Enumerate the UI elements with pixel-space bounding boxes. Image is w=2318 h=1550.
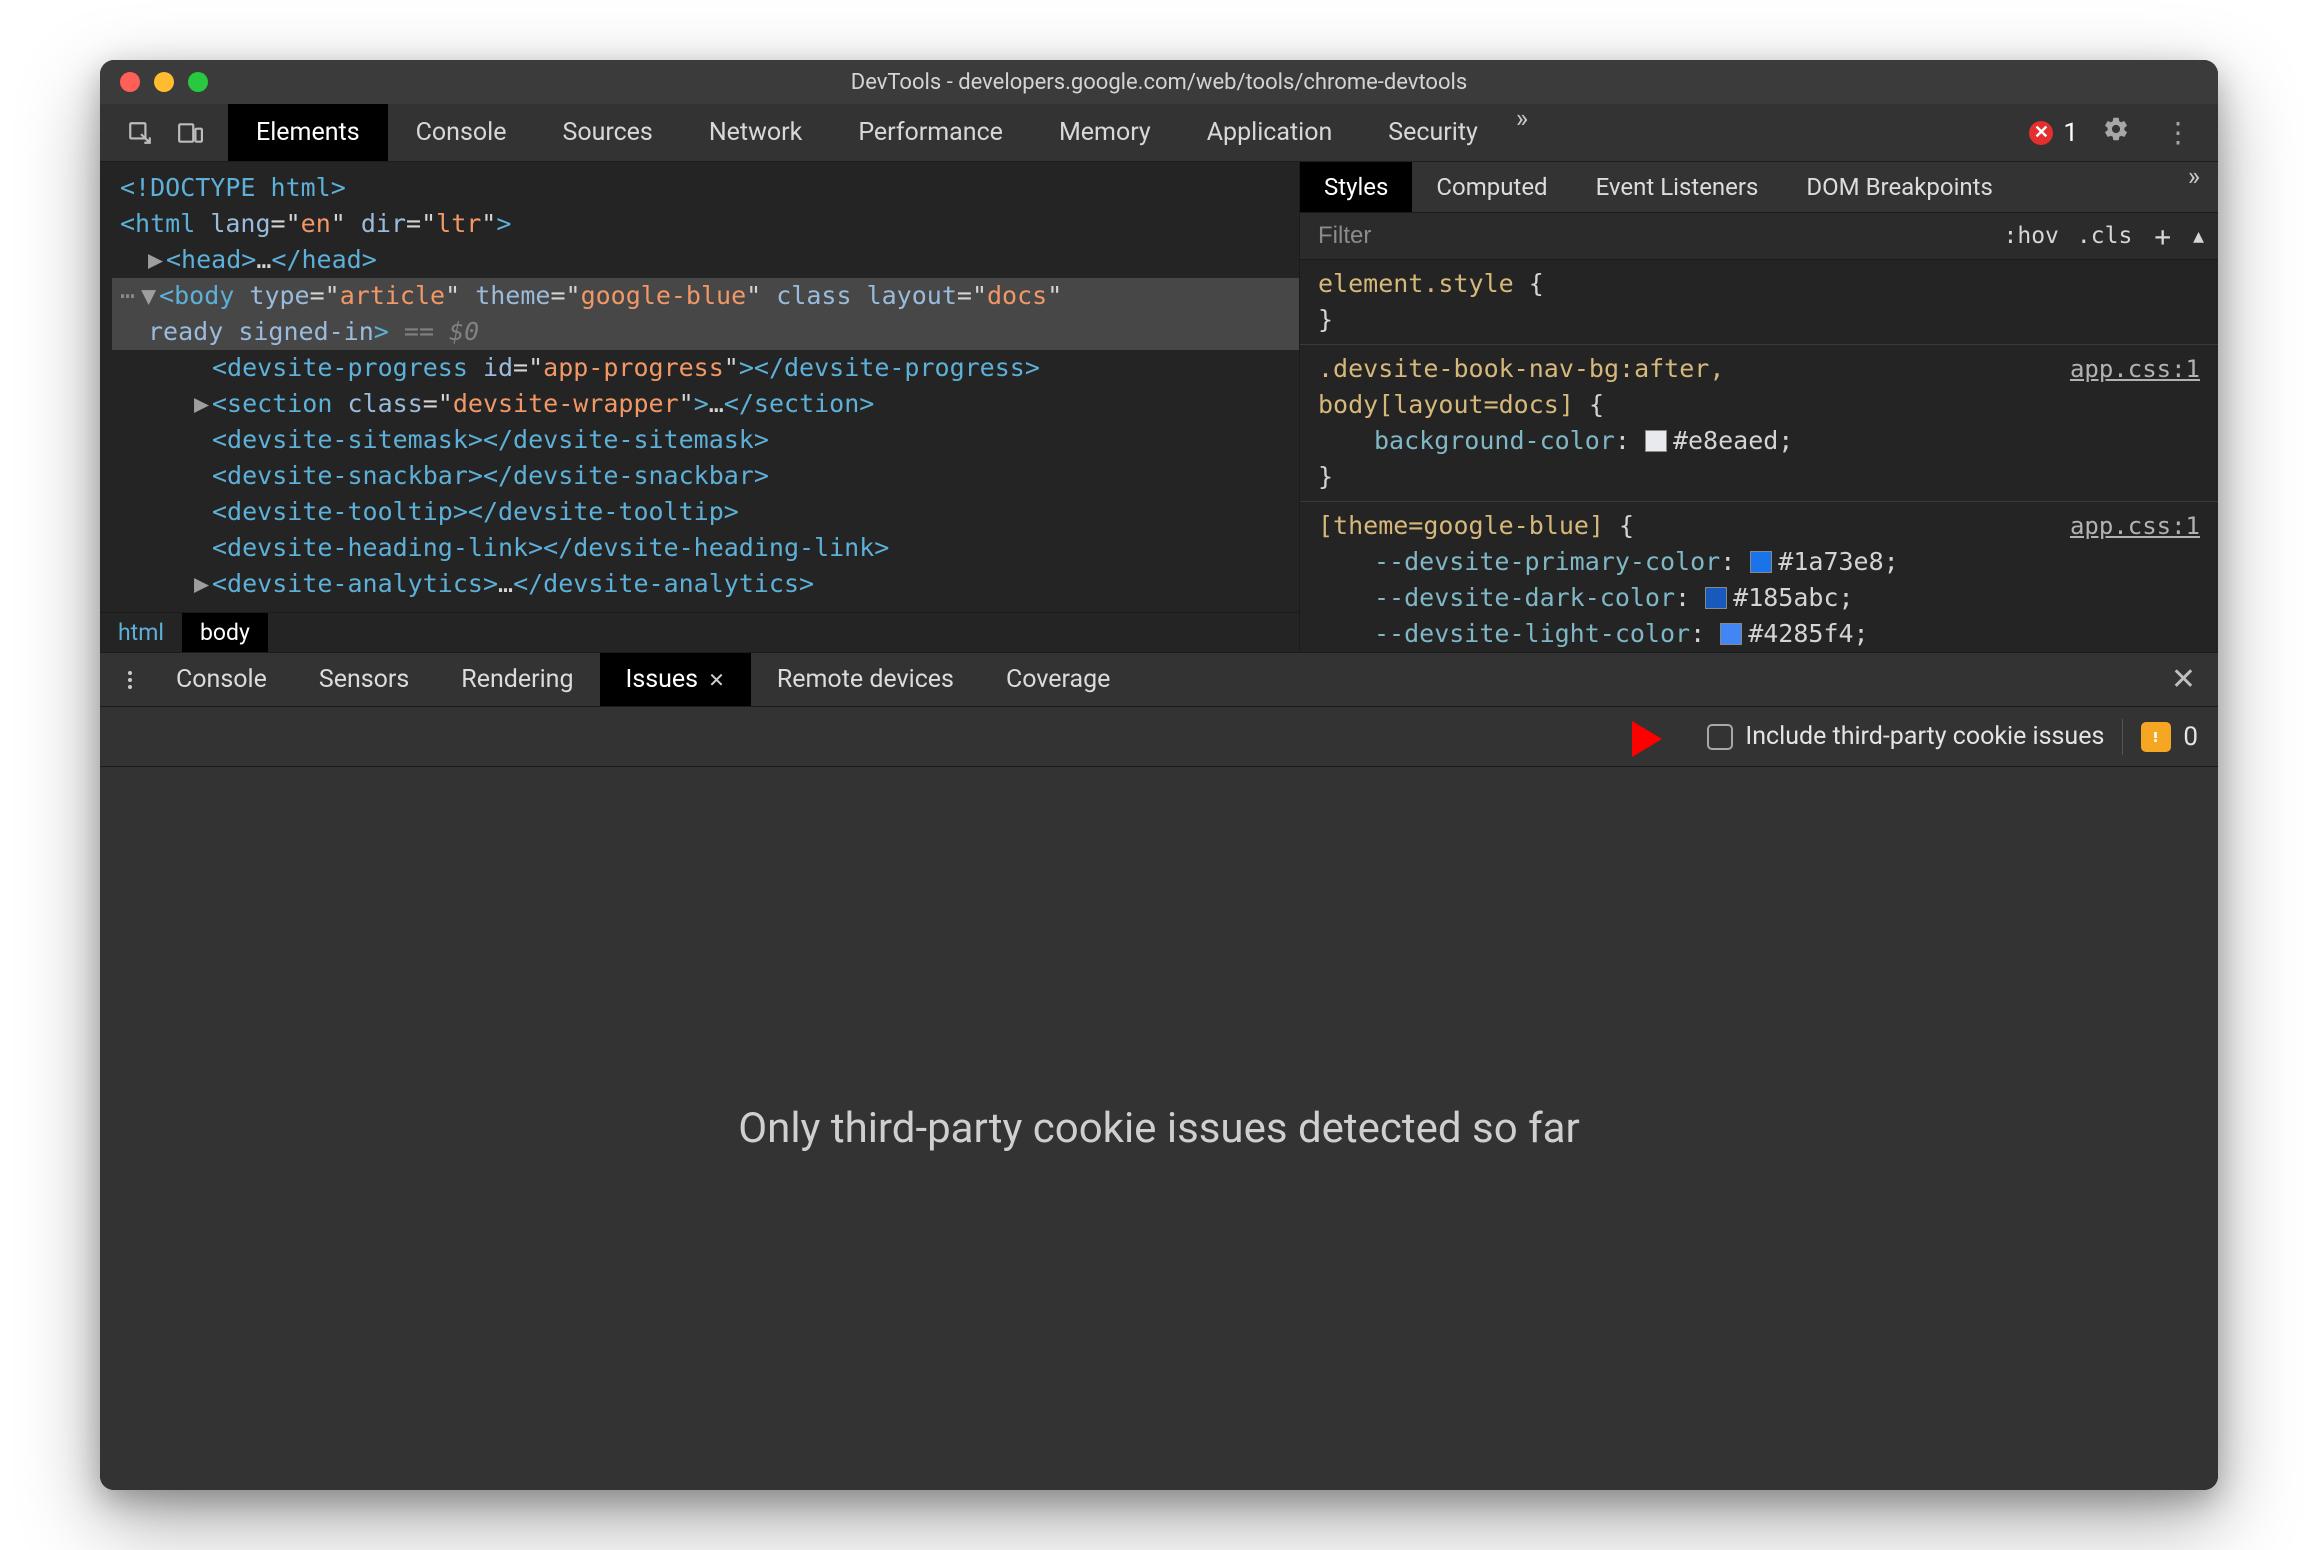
- inspect-element-icon[interactable]: [124, 117, 156, 149]
- tab-console[interactable]: Console: [388, 104, 535, 161]
- styles-scroll-up-icon[interactable]: ▲: [2193, 226, 2204, 247]
- devtools-window: DevTools - developers.google.com/web/too…: [100, 60, 2218, 1490]
- window-controls: [100, 72, 208, 92]
- styles-tab-listeners[interactable]: Event Listeners: [1572, 162, 1783, 212]
- issue-count-value: 0: [2183, 722, 2198, 752]
- crumb-html[interactable]: html: [100, 613, 182, 652]
- styles-filter-row: :hov .cls + ▲: [1300, 213, 2218, 260]
- dom-line[interactable]: <html lang="en" dir="ltr">: [112, 206, 1299, 242]
- tab-memory[interactable]: Memory: [1031, 104, 1179, 161]
- tab-security[interactable]: Security: [1360, 104, 1506, 161]
- annotation-arrow-icon: [1588, 711, 1662, 767]
- kebab-menu-icon[interactable]: ⋮: [2154, 116, 2202, 149]
- dom-line[interactable]: <devsite-progress id="app-progress"></de…: [112, 350, 1299, 386]
- main-split: <!DOCTYPE html><html lang="en" dir="ltr"…: [100, 162, 2218, 652]
- drawer-menu-icon[interactable]: [110, 653, 150, 706]
- breadcrumb: html body: [100, 612, 1299, 652]
- issues-body: Only third-party cookie issues detected …: [100, 767, 2218, 1490]
- drawer-tab-rendering[interactable]: Rendering: [435, 653, 599, 706]
- checkbox-icon: [1707, 724, 1733, 750]
- drawer-tab-remote[interactable]: Remote devices: [751, 653, 980, 706]
- dom-line[interactable]: <devsite-tooltip></devsite-tooltip>: [112, 494, 1299, 530]
- crumb-body[interactable]: body: [182, 613, 268, 652]
- issues-toolbar: Include third-party cookie issues 0: [100, 707, 2218, 767]
- toolbar-divider: [2122, 719, 2123, 755]
- css-rule[interactable]: app.css:1.devsite-book-nav-bg:after,body…: [1300, 345, 2218, 502]
- titlebar: DevTools - developers.google.com/web/too…: [100, 60, 2218, 104]
- css-rule[interactable]: element.style {}: [1300, 260, 2218, 345]
- checkbox-label: Include third-party cookie issues: [1745, 722, 2104, 751]
- dom-line[interactable]: ▶<head>…</head>: [112, 242, 1299, 278]
- styles-tabs: Styles Computed Event Listeners DOM Brea…: [1300, 162, 2218, 213]
- device-toolbar-icon[interactable]: [174, 117, 206, 149]
- dom-line[interactable]: ▶<section class="devsite-wrapper">…</sec…: [112, 386, 1299, 422]
- issues-empty-message: Only third-party cookie issues detected …: [738, 1104, 1580, 1153]
- styles-more-tabs-icon[interactable]: »: [2178, 162, 2218, 212]
- new-style-rule-button[interactable]: +: [2150, 220, 2175, 253]
- dom-line[interactable]: <devsite-heading-link></devsite-heading-…: [112, 530, 1299, 566]
- dom-line[interactable]: ⋯▼<body type="article" theme="google-blu…: [112, 278, 1299, 314]
- css-rule[interactable]: app.css:1[theme=google-blue] {--devsite-…: [1300, 502, 2218, 652]
- issue-badge-icon: [2141, 722, 2171, 752]
- tab-performance[interactable]: Performance: [830, 104, 1031, 161]
- cls-button[interactable]: .cls: [2077, 223, 2132, 249]
- styles-tab-styles[interactable]: Styles: [1300, 162, 1412, 212]
- dom-line[interactable]: <devsite-snackbar></devsite-snackbar>: [112, 458, 1299, 494]
- hov-button[interactable]: :hov: [2004, 223, 2059, 249]
- rule-source-link[interactable]: app.css:1: [2070, 508, 2200, 544]
- styles-panel: Styles Computed Event Listeners DOM Brea…: [1300, 162, 2218, 652]
- dom-line[interactable]: <!DOCTYPE html>: [112, 170, 1299, 206]
- elements-panel: <!DOCTYPE html><html lang="en" dir="ltr"…: [100, 162, 1300, 652]
- more-tabs-icon[interactable]: »: [1506, 104, 1538, 161]
- tab-network[interactable]: Network: [681, 104, 830, 161]
- error-indicator[interactable]: ✕ 1: [2029, 118, 2078, 148]
- dom-tree[interactable]: <!DOCTYPE html><html lang="en" dir="ltr"…: [100, 162, 1299, 612]
- tab-sources[interactable]: Sources: [534, 104, 680, 161]
- settings-gear-icon[interactable]: [2092, 115, 2140, 150]
- minimize-window-icon[interactable]: [154, 72, 174, 92]
- main-toolbar: Elements Console Sources Network Perform…: [100, 104, 2218, 162]
- tab-elements[interactable]: Elements: [228, 104, 388, 161]
- issue-count[interactable]: 0: [2141, 722, 2198, 752]
- drawer-tabs: Console Sensors Rendering Issues ✕ Remot…: [100, 653, 2218, 707]
- drawer-tab-coverage[interactable]: Coverage: [980, 653, 1136, 706]
- main-tabs: Elements Console Sources Network Perform…: [228, 104, 1538, 161]
- dom-line[interactable]: <devsite-sitemask></devsite-sitemask>: [112, 422, 1299, 458]
- drawer-close-icon[interactable]: ✕: [2149, 653, 2218, 706]
- css-rules[interactable]: element.style {}app.css:1.devsite-book-n…: [1300, 260, 2218, 652]
- window-title: DevTools - developers.google.com/web/too…: [100, 70, 2218, 95]
- styles-tab-dombreakpoints[interactable]: DOM Breakpoints: [1782, 162, 2016, 212]
- error-count: 1: [2063, 118, 2078, 148]
- tab-application[interactable]: Application: [1179, 104, 1361, 161]
- drawer-tab-sensors[interactable]: Sensors: [293, 653, 435, 706]
- styles-filter-input[interactable]: [1318, 222, 2004, 250]
- close-window-icon[interactable]: [120, 72, 140, 92]
- drawer-tab-console[interactable]: Console: [150, 653, 293, 706]
- rule-source-link[interactable]: app.css:1: [2070, 351, 2200, 387]
- drawer: Console Sensors Rendering Issues ✕ Remot…: [100, 652, 2218, 1490]
- dom-line[interactable]: ready signed-in> == $0: [112, 314, 1299, 350]
- drawer-tab-issues[interactable]: Issues ✕: [600, 653, 751, 706]
- maximize-window-icon[interactable]: [188, 72, 208, 92]
- drawer-tab-label: Issues: [626, 665, 699, 694]
- close-tab-icon[interactable]: ✕: [708, 668, 725, 692]
- include-third-party-checkbox[interactable]: Include third-party cookie issues: [1707, 722, 2104, 751]
- dom-line[interactable]: ▶<devsite-analytics>…</devsite-analytics…: [112, 566, 1299, 602]
- styles-tab-computed[interactable]: Computed: [1412, 162, 1571, 212]
- error-icon: ✕: [2029, 121, 2053, 145]
